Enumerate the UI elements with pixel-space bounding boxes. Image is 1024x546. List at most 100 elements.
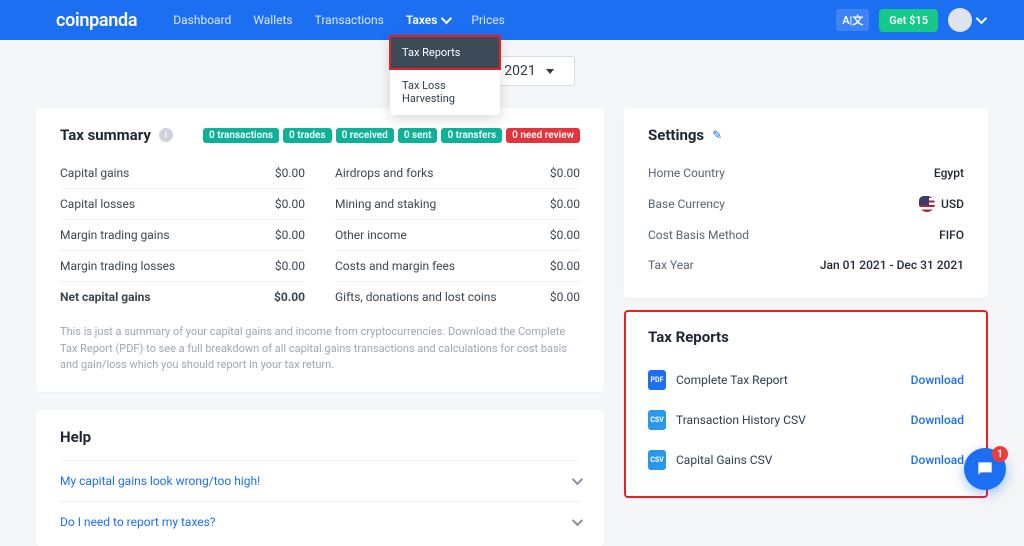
summary-note: This is just a summary of your capital g… [60,324,580,374]
report-label: Capital Gains CSV [676,453,772,467]
badge-transfers[interactable]: 0 transfers [441,128,502,143]
main-nav: Dashboard Wallets Transactions Taxes Pri… [173,13,505,27]
report-row-transaction-history: CSV Transaction History CSV Download [648,400,964,440]
label: Home Country [648,166,725,180]
help-question: Do I need to report my taxes? [60,515,216,529]
badge-received[interactable]: 0 received [336,128,394,143]
badge-need-review[interactable]: 0 need review [506,128,580,143]
label: Costs and margin fees [335,259,455,273]
download-link[interactable]: Download [911,413,964,427]
row-margin-gains: Margin trading gains $0.00 [60,220,305,251]
label: Base Currency [648,197,725,211]
row-costs: Costs and margin fees $0.00 [335,251,580,282]
help-item-report-taxes[interactable]: Do I need to report my taxes? [60,501,580,542]
currency-code: USD [941,197,964,211]
value: $0.00 [550,166,580,180]
chat-fab[interactable]: 1 [964,448,1006,490]
row-other-income: Other income $0.00 [335,220,580,251]
download-link[interactable]: Download [911,373,964,387]
summary-grid: Capital gains $0.00 Capital losses $0.00 M… [60,158,580,312]
label: Margin trading gains [60,228,170,242]
notification-badge: 1 [992,446,1008,462]
chat-icon [975,459,995,479]
setting-cost-basis: Cost Basis Method FIFO [648,220,964,250]
us-flag-icon [919,196,935,212]
chevron-down-icon [976,13,987,24]
tax-summary-card: Tax summary i 0 transactions 0 trades 0 … [36,108,604,392]
summary-badges: 0 transactions 0 trades 0 received 0 sen… [203,128,580,143]
report-label: Complete Tax Report [676,373,788,387]
nav-taxes[interactable]: Taxes [406,13,450,27]
label: Net capital gains [60,290,151,304]
chevron-down-icon [572,514,583,525]
year-value: 2021 [504,63,535,79]
dropdown-tax-reports[interactable]: Tax Reports [390,36,500,69]
nav-prices[interactable]: Prices [471,13,504,27]
download-link[interactable]: Download [911,453,964,467]
value: $0.00 [274,290,305,304]
value: $0.00 [550,197,580,211]
badge-transactions[interactable]: 0 transactions [203,128,279,143]
setting-tax-year: Tax Year Jan 01 2021 - Dec 31 2021 [648,250,964,280]
value: $0.00 [550,290,580,304]
value: $0.00 [275,228,305,242]
label: Mining and staking [335,197,436,211]
value: $0.00 [550,259,580,273]
value: Jan 01 2021 - Dec 31 2021 [820,258,964,272]
row-net-capital-gains: Net capital gains $0.00 [60,282,305,312]
label: Airdrops and forks [335,166,433,180]
label: Gifts, donations and lost coins [335,290,497,304]
top-navbar: coinpanda Dashboard Wallets Transactions… [0,0,1024,40]
dropdown-tax-loss-harvesting[interactable]: Tax Loss Harvesting [390,69,500,115]
badge-sent[interactable]: 0 sent [398,128,438,143]
label: Capital gains [60,166,129,180]
label: Other income [335,228,407,242]
settings-title: Settings [648,126,704,144]
pdf-icon: PDF [648,370,666,390]
value: $0.00 [275,166,305,180]
user-menu[interactable] [948,8,984,32]
tax-reports-title: Tax Reports [648,328,729,346]
csv-icon: CSV [648,410,666,430]
help-question: My capital gains look wrong/too high! [60,474,260,488]
nav-dashboard[interactable]: Dashboard [173,13,231,27]
page-title-row: for 2021 [36,56,988,86]
help-card: Help My capital gains look wrong/too hig… [36,410,604,546]
row-capital-losses: Capital losses $0.00 [60,189,305,220]
nav-transactions[interactable]: Transactions [315,13,384,27]
row-mining: Mining and staking $0.00 [335,189,580,220]
nav-wallets[interactable]: Wallets [253,13,292,27]
setting-home-country: Home Country Egypt [648,158,964,188]
help-item-capital-gains-wrong[interactable]: My capital gains look wrong/too high! [60,460,580,501]
value: USD [919,196,964,212]
chevron-down-icon [572,473,583,484]
setting-base-currency: Base Currency USD [648,188,964,220]
label: Capital losses [60,197,135,211]
row-airdrops: Airdrops and forks $0.00 [335,158,580,189]
value: FIFO [939,228,964,242]
help-title: Help [60,428,91,446]
value: Egypt [934,166,964,180]
info-icon[interactable]: i [159,128,173,142]
row-gifts: Gifts, donations and lost coins $0.00 [335,282,580,312]
csv-icon: CSV [648,450,666,470]
value: $0.00 [550,228,580,242]
topbar-right: A|文 Get $15 [836,8,984,32]
row-capital-gains: Capital gains $0.00 [60,158,305,189]
brand-logo[interactable]: coinpanda [56,10,137,31]
label: Tax Year [648,258,694,272]
year-select[interactable]: 2021 [489,56,574,86]
report-row-capital-gains: CSV Capital Gains CSV Download [648,440,964,480]
badge-trades[interactable]: 0 trades [283,128,332,143]
avatar-icon [948,8,972,32]
report-row-complete: PDF Complete Tax Report Download [648,360,964,400]
edit-icon[interactable]: ✎ [712,128,722,142]
taxes-dropdown: Tax Reports Tax Loss Harvesting [390,36,500,115]
promo-button[interactable]: Get $15 [879,9,938,32]
language-button[interactable]: A|文 [836,9,869,31]
label: Cost Basis Method [648,228,749,242]
settings-card: Settings ✎ Home Country Egypt Base Curren… [624,108,988,298]
row-margin-losses: Margin trading losses$0.00 [60,251,305,282]
value: $0.00 [275,197,305,211]
label: Margin trading losses [60,259,175,273]
